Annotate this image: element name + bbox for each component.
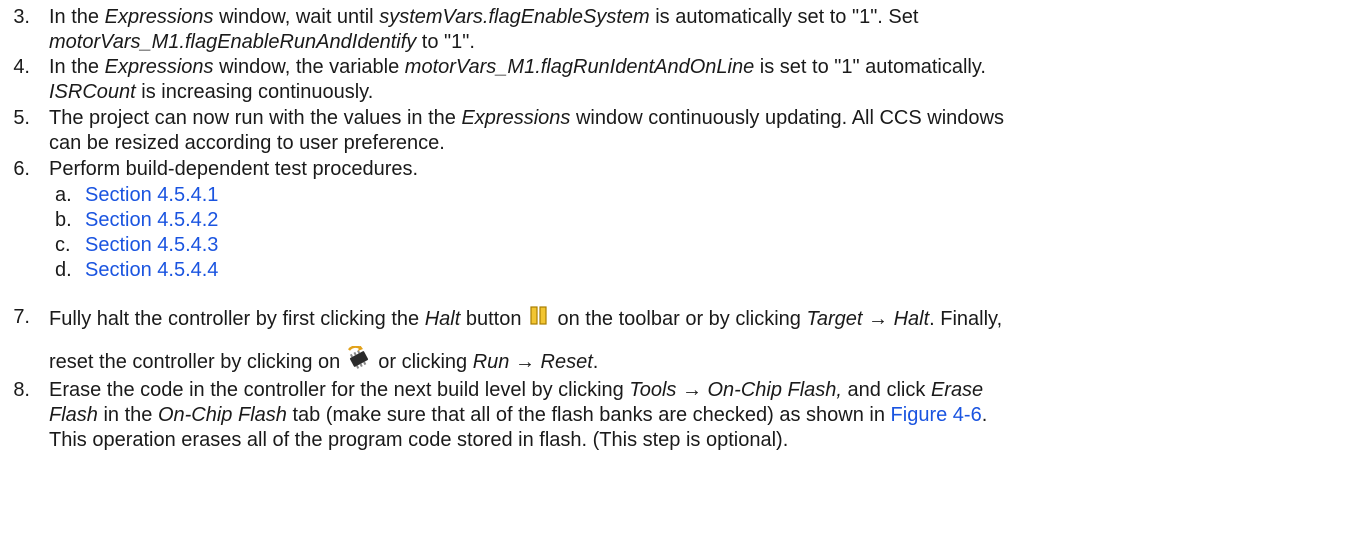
step-text: Perform build-dependent test procedures.	[49, 158, 419, 180]
step-text: Fully halt the controller by first click…	[49, 305, 1339, 332]
menu-path: Run → Reset	[472, 351, 593, 373]
variable-name: motorVars_M1.flagEnableRunAndIdentify	[49, 31, 417, 53]
variable-name: motorVars_M1.flagRunIdentAndOnLine	[404, 56, 755, 78]
step-text: Erase the code in the controller for the…	[49, 379, 988, 451]
ui-term: Erase	[930, 379, 984, 401]
sub-step-c: c. Section 4.5.4.3	[55, 234, 219, 256]
menu-path: Tools → On-Chip Flash,	[629, 379, 842, 401]
section-link[interactable]: Section 4.5.4.4	[85, 259, 218, 281]
step-number: 6.	[13, 158, 30, 180]
step-text: In the Expressions window, the variable …	[49, 56, 986, 103]
menu-path: Target → Halt	[806, 308, 930, 330]
step-text: The project can now run with the values …	[49, 107, 1004, 154]
section-link[interactable]: Section 4.5.4.3	[85, 234, 218, 256]
sub-step-b: b. Section 4.5.4.2	[55, 209, 219, 231]
step-number: 5.	[13, 107, 30, 129]
section-link[interactable]: Section 4.5.4.2	[85, 209, 218, 231]
step-number: 7.	[13, 306, 30, 328]
step-number: 3.	[13, 6, 30, 28]
ui-term: On-Chip Flash	[157, 404, 287, 426]
ui-term: Halt	[424, 308, 461, 330]
step-text: reset the controller by clicking on or cl…	[49, 345, 1339, 375]
ui-term: Expressions	[104, 56, 214, 78]
section-link[interactable]: Section 4.5.4.1	[85, 184, 218, 206]
step-number: 4.	[13, 56, 30, 78]
step-number: 8.	[13, 379, 30, 401]
reset-icon	[346, 345, 372, 372]
figure-link[interactable]: Figure 4-6	[891, 404, 982, 426]
variable-name: ISRCount	[49, 81, 136, 103]
sub-step-d: d. Section 4.5.4.4	[55, 259, 219, 281]
ui-term: Flash	[49, 404, 98, 426]
halt-icon	[529, 305, 549, 327]
variable-name: systemVars.flagEnableSystem	[379, 6, 650, 28]
step-text: In the Expressions window, wait until sy…	[49, 6, 919, 53]
ui-term: Expressions	[461, 107, 571, 129]
sub-step-a: a. Section 4.5.4.1	[55, 184, 219, 206]
ui-term: Expressions	[104, 6, 214, 28]
